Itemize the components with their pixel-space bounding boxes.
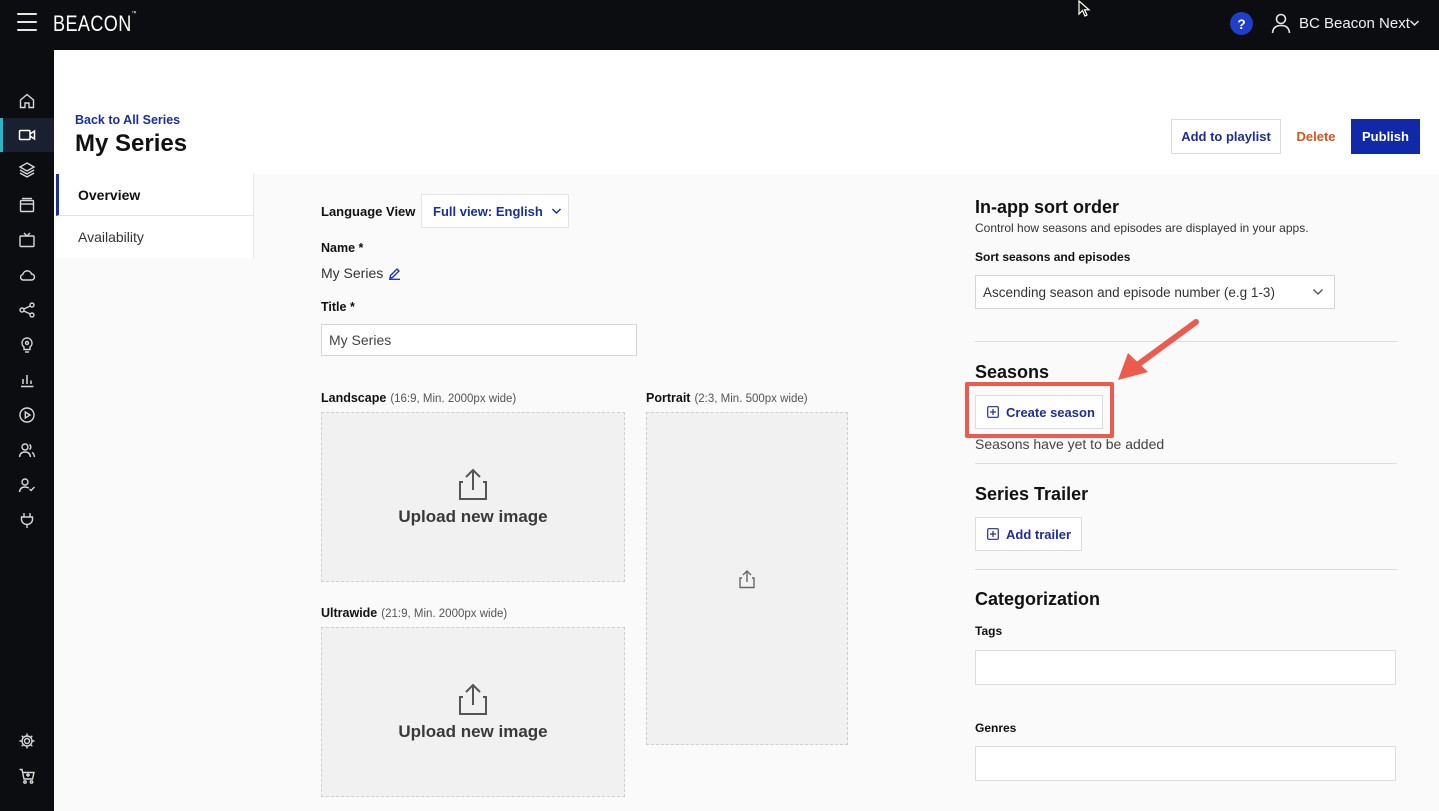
title-label: Title * <box>321 300 355 314</box>
sort-seasons-value: Ascending season and episode number (e.g… <box>983 284 1275 300</box>
seasons-heading: Seasons <box>975 362 1050 382</box>
upload-icon <box>739 569 755 588</box>
tab-overview[interactable]: Overview <box>56 174 254 216</box>
sort-order-description: Control how seasons and episodes are dis… <box>975 221 1309 235</box>
divider <box>975 463 1397 464</box>
upload-new-image-text: Upload new image <box>398 507 548 526</box>
chevron-down-icon <box>551 208 561 215</box>
page-title: My Series <box>75 130 188 157</box>
ultrawide-hint: (21:9, Min. 2000px wide) <box>381 608 508 620</box>
divider <box>975 569 1397 570</box>
landscape-label: Landscape (16:9, Min. 2000px wide) <box>321 391 516 405</box>
help-button[interactable]: ? <box>1230 12 1253 35</box>
plus-square-icon <box>987 528 999 540</box>
page-header <box>54 50 1439 174</box>
left-nav-rail <box>0 50 54 811</box>
plug-icon[interactable] <box>0 503 54 537</box>
title-input[interactable] <box>321 324 637 356</box>
tags-input[interactable] <box>975 650 1396 685</box>
beacon-logo[interactable]: BEACON™ <box>53 11 137 37</box>
edit-pencil-icon[interactable] <box>388 267 401 280</box>
cloud-icon[interactable] <box>0 258 54 292</box>
ultrawide-dropzone[interactable]: Upload new image <box>321 627 625 797</box>
add-trailer-label: Add trailer <box>1006 526 1072 542</box>
help-label: ? <box>1237 15 1246 32</box>
top-bar: BEACON™ ? BC Beacon Next <box>0 0 1439 50</box>
series-trailer-heading: Series Trailer <box>975 484 1089 504</box>
upload-icon <box>459 468 487 500</box>
sort-order-heading: In-app sort order <box>975 197 1120 217</box>
media-folder-icon[interactable] <box>0 188 54 222</box>
name-value: My Series <box>321 265 384 281</box>
portrait-label-text: Portrait <box>646 391 691 405</box>
highlight-box <box>965 382 1114 438</box>
video-camera-icon[interactable] <box>0 118 54 152</box>
landscape-hint: (16:9, Min. 2000px wide) <box>390 393 517 405</box>
sort-seasons-select[interactable]: Ascending season and episode number (e.g… <box>975 275 1335 309</box>
tv-icon[interactable] <box>0 223 54 257</box>
upload-icon <box>459 683 487 715</box>
genres-label: Genres <box>975 721 1017 735</box>
layers-icon[interactable] <box>0 153 54 187</box>
language-view-label: Language View <box>321 204 416 219</box>
language-view-select[interactable]: Full view: English <box>421 194 569 228</box>
ultrawide-label: Ultrawide (21:9, Min. 2000px wide) <box>321 606 507 620</box>
genres-input[interactable] <box>975 746 1396 781</box>
settings-icon[interactable] <box>0 724 54 758</box>
logo-text: BEACON <box>53 11 132 36</box>
analytics-icon[interactable] <box>0 363 54 397</box>
user-check-icon[interactable] <box>0 468 54 502</box>
upload-new-image-text: Upload new image <box>398 722 548 741</box>
mouse-cursor-icon <box>1078 0 1091 17</box>
idea-icon[interactable] <box>0 328 54 362</box>
annotation-arrow-icon <box>1118 319 1199 380</box>
chevron-down-icon[interactable] <box>1409 18 1420 28</box>
sort-seasons-label: Sort seasons and episodes <box>975 250 1131 264</box>
landscape-label-text: Landscape <box>321 391 387 405</box>
users-icon[interactable] <box>0 433 54 467</box>
share-icon[interactable] <box>0 293 54 327</box>
tags-label: Tags <box>975 624 1003 638</box>
ultrawide-label-text: Ultrawide <box>321 606 378 620</box>
portrait-hint: (2:3, Min. 500px wide) <box>694 393 808 405</box>
add-to-playlist-button[interactable]: Add to playlist <box>1171 119 1281 154</box>
chevron-down-icon <box>1313 289 1323 295</box>
landscape-dropzone[interactable]: Upload new image <box>321 412 625 582</box>
play-circle-icon[interactable] <box>0 398 54 432</box>
portrait-dropzone[interactable] <box>646 412 848 745</box>
language-view-value: Full view: English <box>433 203 543 219</box>
side-tabs: Overview Availability <box>56 174 254 258</box>
categorization-heading: Categorization <box>975 589 1101 609</box>
back-to-all-series-link[interactable]: Back to All Series <box>75 113 180 127</box>
hamburger-menu-icon[interactable] <box>17 13 37 31</box>
name-display: My Series <box>321 265 401 281</box>
logo-trademark: ™ <box>131 11 137 17</box>
user-name[interactable]: BC Beacon Next <box>1299 15 1410 32</box>
add-trailer-button[interactable]: Add trailer <box>975 517 1082 551</box>
seasons-empty-text: Seasons have yet to be added <box>975 436 1165 452</box>
user-icon[interactable] <box>1270 12 1292 34</box>
publish-button[interactable]: Publish <box>1351 119 1420 154</box>
home-icon[interactable] <box>0 84 54 118</box>
tab-availability[interactable]: Availability <box>56 216 254 258</box>
cart-icon[interactable] <box>0 759 54 793</box>
portrait-label: Portrait (2:3, Min. 500px wide) <box>646 391 808 405</box>
name-label: Name * <box>321 241 364 255</box>
delete-button[interactable]: Delete <box>1290 119 1342 154</box>
